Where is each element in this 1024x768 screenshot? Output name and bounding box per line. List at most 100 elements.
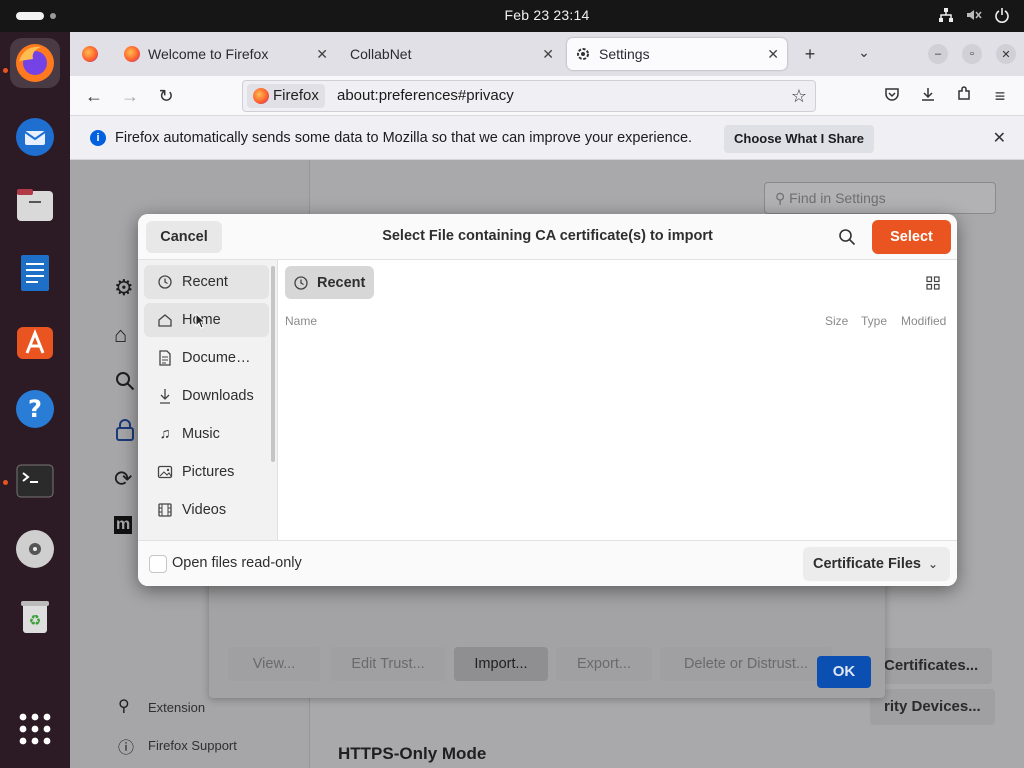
delete-or-distrust-button[interactable]: Delete or Distrust... bbox=[660, 647, 832, 681]
gear-icon bbox=[575, 46, 591, 62]
notification-message: Firefox automatically sends some data to… bbox=[115, 130, 693, 146]
dock-app-center[interactable] bbox=[10, 316, 60, 366]
help-icon: ? bbox=[16, 390, 54, 428]
home-icon[interactable]: ⌂ bbox=[114, 322, 127, 348]
place-label: Recent bbox=[182, 274, 228, 290]
search-placeholder: Find in Settings bbox=[789, 190, 886, 206]
find-in-settings-input[interactable]: ⚲ Find in Settings bbox=[764, 182, 996, 214]
https-only-heading: HTTPS-Only Mode bbox=[338, 744, 487, 763]
import-button[interactable]: Import... bbox=[454, 647, 548, 681]
chevron-down-icon[interactable]: ⌄ bbox=[854, 42, 874, 62]
document-icon bbox=[156, 349, 174, 367]
close-tab-icon[interactable]: ✕ bbox=[542, 46, 554, 63]
tab-welcome[interactable]: Welcome to Firefox ✕ bbox=[116, 38, 336, 70]
dock-show-apps[interactable] bbox=[10, 704, 60, 754]
dock-files[interactable] bbox=[10, 180, 60, 230]
sidebar-link-extensions[interactable]: Extension bbox=[148, 700, 205, 715]
edit-trust-button[interactable]: Edit Trust... bbox=[330, 647, 446, 681]
close-window-button[interactable]: ✕ bbox=[996, 44, 1016, 64]
column-size[interactable]: Size bbox=[825, 314, 848, 328]
dock-writer[interactable] bbox=[10, 248, 60, 298]
volume-muted-icon bbox=[966, 7, 982, 23]
dock-help[interactable]: ? bbox=[10, 384, 60, 434]
extensions-icon[interactable] bbox=[954, 86, 974, 106]
trash-icon: ♻ bbox=[21, 601, 49, 633]
search-icon[interactable] bbox=[838, 228, 858, 248]
file-chooser-dialog: Cancel Select File containing CA certifi… bbox=[138, 214, 957, 586]
place-documents[interactable]: Docume… bbox=[144, 341, 269, 375]
place-label: Downloads bbox=[182, 388, 254, 404]
running-indicator bbox=[3, 480, 8, 485]
search-icon[interactable] bbox=[114, 370, 136, 398]
dock-firefox[interactable] bbox=[10, 38, 60, 88]
tab-settings[interactable]: Settings ✕ bbox=[567, 38, 787, 70]
back-arrow-icon[interactable]: ← bbox=[84, 86, 104, 106]
place-music[interactable]: ♫ Music bbox=[144, 417, 269, 451]
file-type-filter-dropdown[interactable]: Certificate Files ⌄ bbox=[803, 547, 950, 581]
place-recent[interactable]: Recent bbox=[144, 265, 269, 299]
close-tab-icon[interactable]: ✕ bbox=[767, 46, 779, 63]
maximize-button[interactable]: ▫ bbox=[962, 44, 982, 64]
close-icon[interactable]: ✕ bbox=[993, 128, 1006, 148]
security-devices-button[interactable]: rity Devices... bbox=[870, 689, 995, 725]
tab-collabnet[interactable]: CollabNet ✕ bbox=[342, 38, 562, 70]
dock-disc[interactable] bbox=[10, 524, 60, 574]
minimize-button[interactable]: – bbox=[928, 44, 948, 64]
grid-view-icon[interactable] bbox=[926, 276, 940, 290]
home-icon bbox=[156, 311, 174, 329]
lock-icon[interactable] bbox=[114, 418, 136, 448]
read-only-checkbox[interactable] bbox=[149, 555, 167, 573]
location-chip-recent[interactable]: Recent bbox=[285, 266, 374, 299]
network-icon bbox=[938, 7, 954, 23]
export-button[interactable]: Export... bbox=[556, 647, 652, 681]
hamburger-menu-icon[interactable]: ≡ bbox=[990, 86, 1010, 106]
place-home[interactable]: Home bbox=[144, 303, 269, 337]
identity-box[interactable]: Firefox bbox=[247, 84, 325, 108]
url-text[interactable]: about:preferences#privacy bbox=[337, 87, 514, 104]
mozilla-logo-icon[interactable]: m bbox=[114, 516, 133, 534]
place-pictures[interactable]: Pictures bbox=[144, 455, 269, 489]
svg-text:♻: ♻ bbox=[29, 613, 42, 629]
clock-icon bbox=[293, 274, 311, 292]
choose-what-i-share-button[interactable]: Choose What I Share bbox=[724, 125, 874, 153]
close-tab-icon[interactable]: ✕ bbox=[316, 46, 328, 63]
places-scrollbar[interactable] bbox=[271, 266, 275, 462]
system-tray[interactable] bbox=[938, 7, 1010, 23]
sync-icon[interactable]: ⟳ bbox=[114, 466, 132, 492]
clock[interactable]: Feb 23 23:14 bbox=[0, 7, 1024, 23]
place-videos[interactable]: Videos bbox=[144, 493, 269, 527]
search-icon: ⚲ bbox=[775, 190, 786, 206]
pocket-icon[interactable] bbox=[882, 86, 902, 106]
music-icon: ♫ bbox=[159, 426, 171, 442]
view-button[interactable]: View... bbox=[228, 647, 320, 681]
system-top-bar: Feb 23 23:14 bbox=[0, 0, 1024, 32]
firefox-icon bbox=[16, 44, 54, 82]
tab-label: Settings bbox=[599, 46, 650, 62]
column-modified[interactable]: Modified bbox=[901, 314, 946, 328]
power-icon bbox=[994, 7, 1010, 23]
column-name[interactable]: Name bbox=[285, 314, 317, 328]
sidebar-link-support[interactable]: Firefox Support bbox=[148, 738, 237, 753]
firefox-favicon-icon bbox=[253, 88, 269, 104]
new-tab-icon[interactable]: + bbox=[800, 44, 820, 64]
thunderbird-icon bbox=[16, 118, 54, 156]
view-certificates-button[interactable]: Certificates... bbox=[870, 648, 993, 684]
forward-arrow-icon[interactable]: → bbox=[120, 86, 140, 106]
dock-terminal[interactable] bbox=[10, 456, 60, 506]
gear-icon[interactable]: ⚙ bbox=[114, 275, 134, 301]
url-bar[interactable]: Firefox about:preferences#privacy ☆ bbox=[242, 80, 816, 112]
column-type[interactable]: Type bbox=[861, 314, 887, 328]
place-downloads[interactable]: Downloads bbox=[144, 379, 269, 413]
dialog-title: Select File containing CA certificate(s)… bbox=[382, 228, 713, 244]
firefox-view-icon[interactable] bbox=[82, 46, 98, 62]
reload-icon[interactable]: ↻ bbox=[156, 86, 176, 106]
dialog-header: Cancel Select File containing CA certifi… bbox=[138, 214, 957, 260]
chevron-down-icon: ⌄ bbox=[927, 557, 938, 571]
ok-button[interactable]: OK bbox=[817, 656, 871, 688]
read-only-label[interactable]: Open files read-only bbox=[172, 555, 302, 571]
downloads-icon[interactable] bbox=[918, 86, 938, 106]
dock-thunderbird[interactable] bbox=[10, 112, 60, 162]
bookmark-star-icon[interactable]: ☆ bbox=[791, 86, 807, 107]
dock-trash[interactable]: ♻ bbox=[10, 592, 60, 642]
select-button[interactable]: Select bbox=[872, 220, 951, 254]
